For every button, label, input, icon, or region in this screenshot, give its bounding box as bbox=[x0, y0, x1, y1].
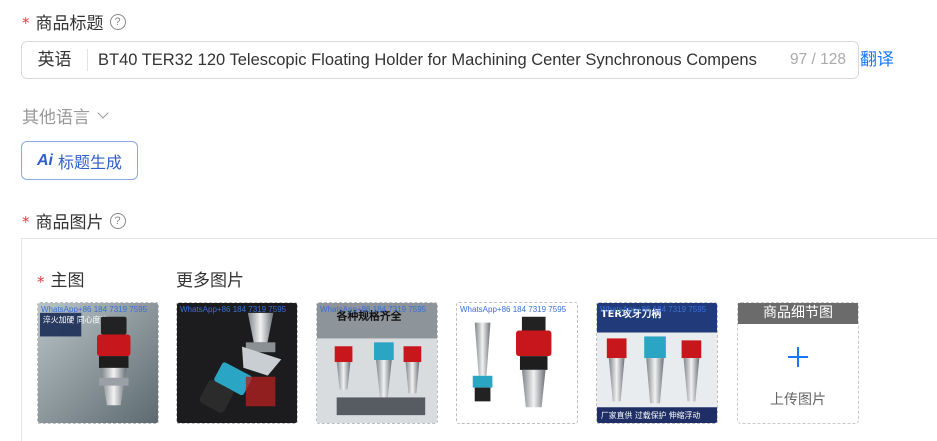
required-asterisk: * bbox=[37, 273, 45, 291]
required-asterisk: * bbox=[22, 13, 30, 32]
title-label: 商品标题 bbox=[35, 14, 104, 34]
product-image-3[interactable]: 各种规格齐全 WhatsApp+86 184 7319 7595 bbox=[316, 302, 438, 424]
title-value[interactable]: BT40 TER32 120 Telescopic Floating Holde… bbox=[88, 51, 786, 70]
language-tag: 英语 bbox=[22, 49, 88, 71]
product-image-5[interactable]: TER攻牙刀柄 厂家直供 过载保护 伸缩浮动 WhatsApp+86 184 7… bbox=[596, 302, 718, 424]
images-label-row: * 商品图片 ? bbox=[22, 208, 126, 233]
tool-holder-image bbox=[177, 303, 297, 423]
ai-icon: Ai bbox=[36, 151, 53, 169]
product-image-4[interactable]: WhatsApp+86 184 7319 7595 bbox=[456, 302, 578, 424]
thumb-watermark: WhatsApp+86 184 7319 7595 bbox=[600, 305, 707, 314]
product-image-2[interactable]: WhatsApp+86 184 7319 7595 bbox=[176, 302, 298, 424]
title-input[interactable]: 英语 BT40 TER32 120 Telescopic Floating Ho… bbox=[21, 41, 859, 79]
plus-icon bbox=[788, 347, 808, 367]
translate-link[interactable]: 翻译 bbox=[860, 45, 894, 70]
images-label: 商品图片 bbox=[35, 213, 104, 233]
upload-header: 商品细节图 bbox=[738, 303, 858, 324]
chevron-down-icon bbox=[97, 106, 109, 119]
question-circle-icon[interactable]: ? bbox=[109, 212, 126, 229]
thumb-footer: 厂家直供 过载保护 伸缩浮动 bbox=[601, 410, 700, 420]
thumb-caption: 淬火加硬 同心度高 bbox=[43, 315, 109, 325]
main-image-label: * 主图 bbox=[37, 271, 85, 291]
upload-detail-image[interactable]: 商品细节图 上传图片 bbox=[737, 302, 859, 424]
character-counter: 97 / 128 bbox=[789, 51, 846, 68]
ai-button-label: 标题生成 bbox=[57, 152, 122, 172]
required-asterisk: * bbox=[22, 212, 30, 231]
question-circle-icon[interactable]: ? bbox=[109, 13, 126, 30]
thumb-watermark: WhatsApp+86 184 7319 7595 bbox=[180, 305, 287, 314]
thumb-watermark: WhatsApp+86 184 7319 7595 bbox=[41, 305, 148, 314]
tool-holder-image: 各种规格齐全 bbox=[317, 303, 437, 423]
product-image-main[interactable]: 淬火加硬 同心度高 WhatsApp+86 184 7319 7595 bbox=[37, 302, 159, 424]
thumb-watermark: WhatsApp+86 184 7319 7595 bbox=[460, 305, 567, 314]
other-languages-label: 其他语言 bbox=[22, 108, 90, 128]
ai-title-generate-button[interactable]: Ai 标题生成 bbox=[21, 141, 138, 180]
upload-label: 上传图片 bbox=[770, 392, 826, 408]
more-images-label: 更多图片 bbox=[176, 271, 244, 291]
title-label-row: * 商品标题 ? bbox=[22, 9, 126, 34]
tool-holder-image bbox=[457, 303, 577, 423]
tool-holder-image: 淬火加硬 同心度高 bbox=[38, 303, 158, 423]
thumb-watermark: WhatsApp+86 184 7319 7595 bbox=[320, 305, 427, 314]
other-languages-toggle[interactable]: 其他语言 bbox=[22, 103, 109, 128]
tool-holder-image: TER攻牙刀柄 厂家直供 过载保护 伸缩浮动 bbox=[597, 303, 717, 423]
